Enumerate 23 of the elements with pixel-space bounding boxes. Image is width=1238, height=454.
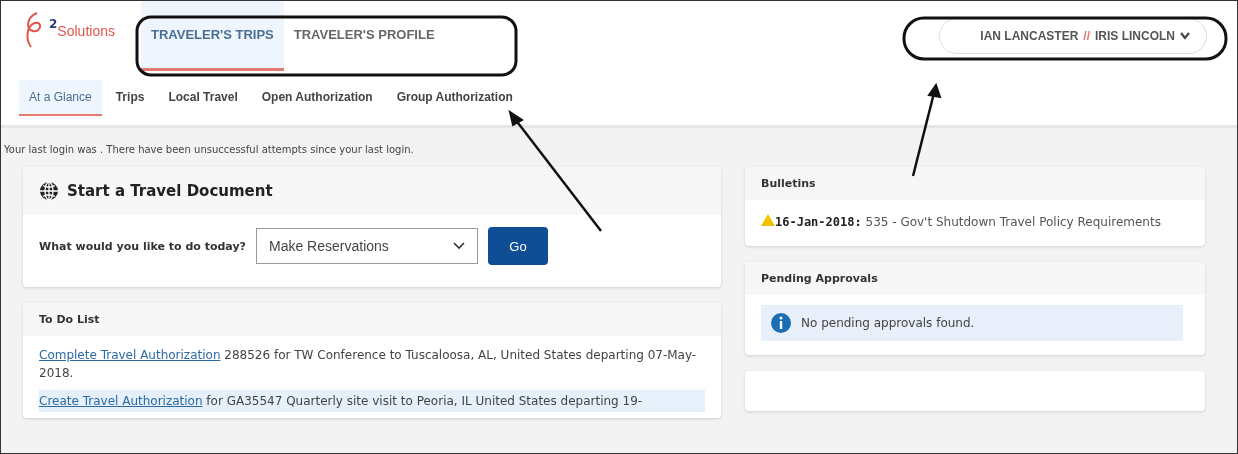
card-title: To Do List [39, 313, 100, 326]
user-menu-button[interactable]: IAN LANCASTER // IRIS LINCOLN [939, 18, 1207, 54]
to-do-link[interactable]: Create Travel Authorization [39, 394, 203, 408]
to-do-item: Complete Travel Authorization 288526 for TW Conference to Tuscaloosa, AL, United States departing 07-May-2018. [39, 347, 698, 382]
document-type-dropdown[interactable]: Make Reservations [256, 228, 478, 264]
card-title: Start a Travel Document [67, 182, 273, 200]
prompt-label: What would you like to do today? [39, 239, 246, 253]
go-button[interactable]: Go [488, 227, 548, 265]
card-title: Bulletins [761, 177, 816, 190]
info-icon [771, 313, 791, 333]
main-tab[interactable]: TRAVELER'S TRIPS [141, 1, 284, 71]
chevron-down-icon [1180, 32, 1190, 40]
bulletin-text: 16-Jan-2018: 535 - Gov't Shutdown Travel Policy Requirements [761, 214, 1189, 230]
logo: $^{2}$Solutions [23, 1, 141, 71]
info-text: No pending approvals found. [801, 316, 975, 330]
to-do-item: Create Travel Authorization for GA35547 Quarterly site visit to Peoria, IL United States departing 19- [39, 390, 705, 412]
globe-icon [39, 181, 59, 201]
card-title: Pending Approvals [761, 272, 878, 285]
sub-tab[interactable]: At a Glance [19, 80, 102, 116]
to-do-link[interactable]: Complete Travel Authorization [39, 348, 221, 362]
chevron-down-icon [453, 242, 465, 250]
login-notice: Your last login was . There have been unsuccessful attempts since your last login. [4, 144, 415, 155]
warning-icon [761, 214, 775, 226]
